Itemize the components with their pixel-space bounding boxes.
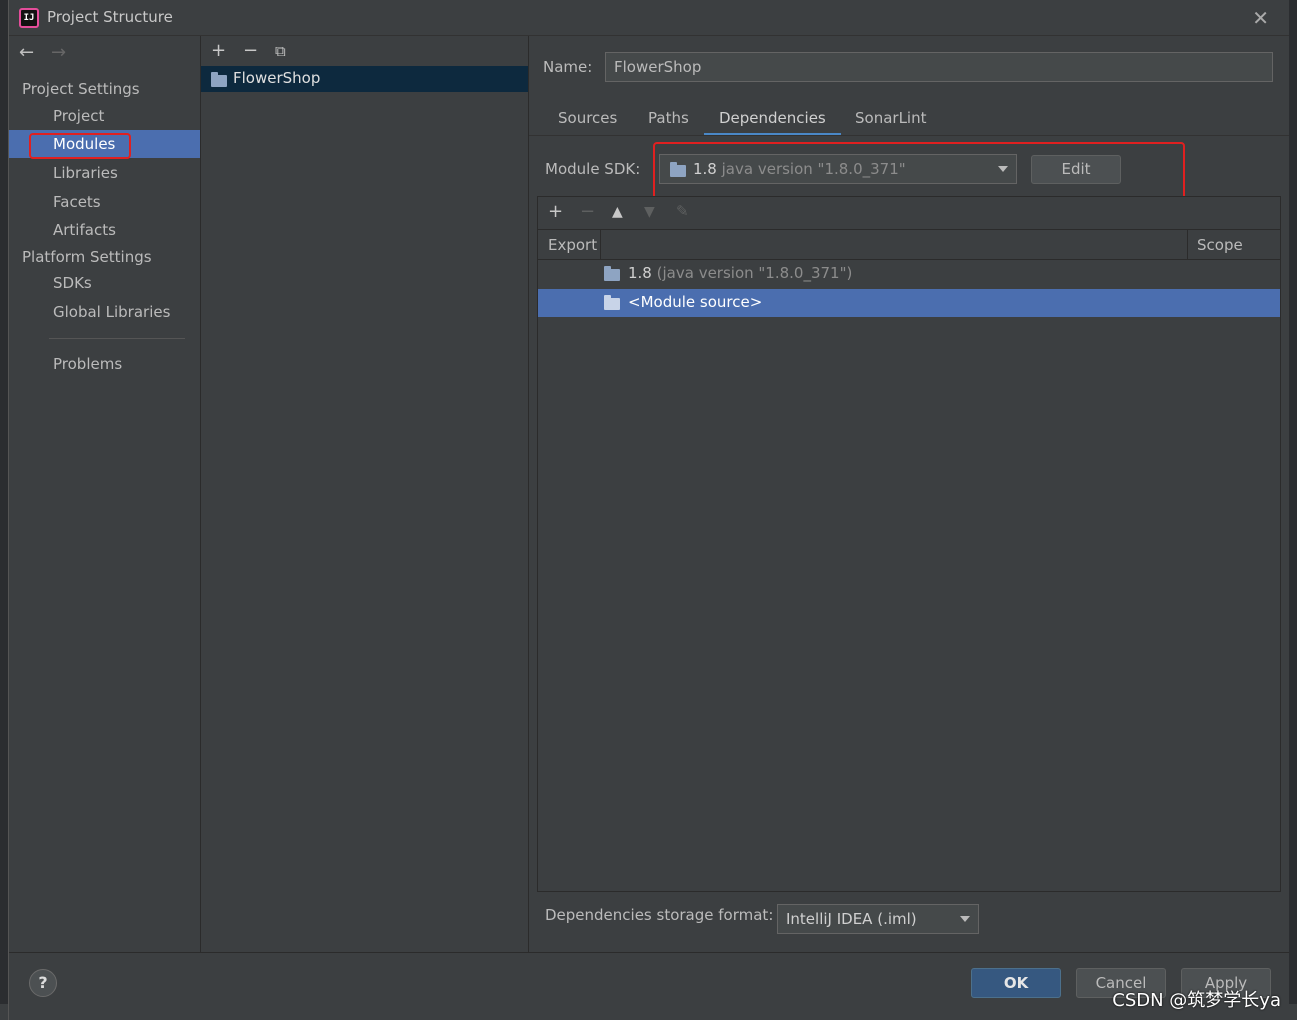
section-project-settings: Project Settings bbox=[22, 80, 140, 98]
module-name-input[interactable] bbox=[605, 52, 1273, 82]
tab-dependencies[interactable]: Dependencies bbox=[704, 104, 841, 136]
chevron-down-icon bbox=[960, 916, 970, 922]
add-dependency-icon[interactable]: + bbox=[548, 201, 563, 222]
sidebar-item-project[interactable]: Project bbox=[9, 102, 200, 130]
ok-button[interactable]: OK bbox=[971, 968, 1061, 998]
window-title: Project Structure bbox=[47, 8, 173, 26]
dependencies-panel: + − ▲ ▼ ✎ Export Scope 1.8 (java version… bbox=[537, 196, 1281, 892]
module-row[interactable]: FlowerShop bbox=[201, 66, 528, 92]
close-icon[interactable]: ✕ bbox=[1252, 6, 1269, 30]
dependency-version: 1.8 bbox=[628, 264, 652, 282]
storage-format-dropdown[interactable]: IntelliJ IDEA (.iml) bbox=[777, 904, 979, 934]
dependency-detail: (java version "1.8.0_371") bbox=[656, 264, 853, 282]
move-up-icon[interactable]: ▲ bbox=[612, 204, 623, 220]
module-sdk-dropdown[interactable]: 1.8 java version "1.8.0_371" bbox=[659, 154, 1017, 184]
sidebar-item-artifacts[interactable]: Artifacts bbox=[9, 216, 200, 244]
project-structure-dialog: IJ Project Structure ✕ ← → Project Setti… bbox=[8, 0, 1289, 1020]
back-arrow-icon[interactable]: ← bbox=[19, 42, 34, 63]
sidebar-item-sdks[interactable]: SDKs bbox=[9, 269, 200, 297]
dependencies-toolbar: + − ▲ ▼ ✎ bbox=[538, 197, 1280, 229]
module-list-panel: + − ⧉ FlowerShop bbox=[201, 36, 529, 952]
table-row[interactable]: <Module source> bbox=[538, 289, 1280, 317]
add-icon[interactable]: + bbox=[211, 40, 226, 61]
storage-format-value: IntelliJ IDEA (.iml) bbox=[786, 910, 917, 928]
forward-arrow-icon[interactable]: → bbox=[51, 42, 66, 63]
sdk-version: 1.8 bbox=[693, 160, 717, 178]
table-row[interactable]: 1.8 (java version "1.8.0_371") bbox=[538, 260, 1280, 288]
jdk-folder-icon bbox=[604, 266, 620, 281]
help-button[interactable]: ? bbox=[29, 969, 57, 997]
name-label: Name: bbox=[543, 58, 593, 76]
column-scope[interactable]: Scope bbox=[1197, 236, 1243, 254]
section-platform-settings: Platform Settings bbox=[22, 248, 152, 266]
sidebar-item-modules[interactable]: Modules bbox=[9, 130, 200, 158]
tab-sources[interactable]: Sources bbox=[543, 104, 632, 136]
background-ide-edge bbox=[1289, 0, 1297, 1004]
column-separator bbox=[600, 230, 601, 260]
module-sdk-label: Module SDK: bbox=[545, 160, 641, 178]
column-separator bbox=[1187, 230, 1188, 260]
move-down-icon[interactable]: ▼ bbox=[644, 204, 655, 220]
module-folder-icon bbox=[211, 72, 227, 87]
edit-pencil-icon[interactable]: ✎ bbox=[676, 202, 689, 220]
sidebar-item-global-libraries[interactable]: Global Libraries bbox=[9, 298, 200, 326]
dependencies-table: Export Scope 1.8 (java version "1.8.0_37… bbox=[538, 229, 1280, 891]
csdn-watermark: CSDN @筑梦学长ya bbox=[1112, 990, 1281, 1011]
sdk-folder-icon bbox=[670, 162, 686, 177]
sidebar-item-facets[interactable]: Facets bbox=[9, 188, 200, 216]
dependency-name: <Module source> bbox=[628, 293, 763, 311]
settings-sidebar: ← → Project Settings Project Modules Lib… bbox=[9, 36, 201, 952]
module-settings-panel: Name: Sources Paths Dependencies SonarLi… bbox=[529, 36, 1289, 952]
tabs-underline bbox=[529, 135, 1289, 136]
sidebar-item-problems[interactable]: Problems bbox=[9, 350, 200, 378]
dialog-button-bar: ? OK Cancel Apply bbox=[9, 952, 1289, 1020]
intellij-logo-icon: IJ bbox=[19, 8, 39, 28]
column-export[interactable]: Export bbox=[548, 236, 597, 254]
sidebar-divider bbox=[49, 338, 185, 339]
copy-icon[interactable]: ⧉ bbox=[275, 42, 286, 60]
edit-sdk-button[interactable]: Edit bbox=[1031, 155, 1121, 184]
table-header: Export Scope bbox=[538, 230, 1280, 260]
module-name: FlowerShop bbox=[233, 69, 321, 87]
tab-sonarlint[interactable]: SonarLint bbox=[840, 104, 941, 136]
remove-icon[interactable]: − bbox=[243, 40, 258, 61]
tab-paths[interactable]: Paths bbox=[633, 104, 704, 136]
sdk-selected-value: 1.8 java version "1.8.0_371" bbox=[693, 160, 906, 178]
sdk-detail: java version "1.8.0_371" bbox=[721, 160, 906, 178]
storage-format-label: Dependencies storage format: bbox=[545, 906, 774, 924]
sidebar-item-libraries[interactable]: Libraries bbox=[9, 159, 200, 187]
title-bar: IJ Project Structure ✕ bbox=[9, 0, 1289, 36]
dependency-name: 1.8 (java version "1.8.0_371") bbox=[628, 264, 852, 282]
chevron-down-icon bbox=[998, 166, 1008, 172]
remove-dependency-icon[interactable]: − bbox=[580, 201, 595, 222]
source-folder-icon bbox=[604, 295, 620, 310]
